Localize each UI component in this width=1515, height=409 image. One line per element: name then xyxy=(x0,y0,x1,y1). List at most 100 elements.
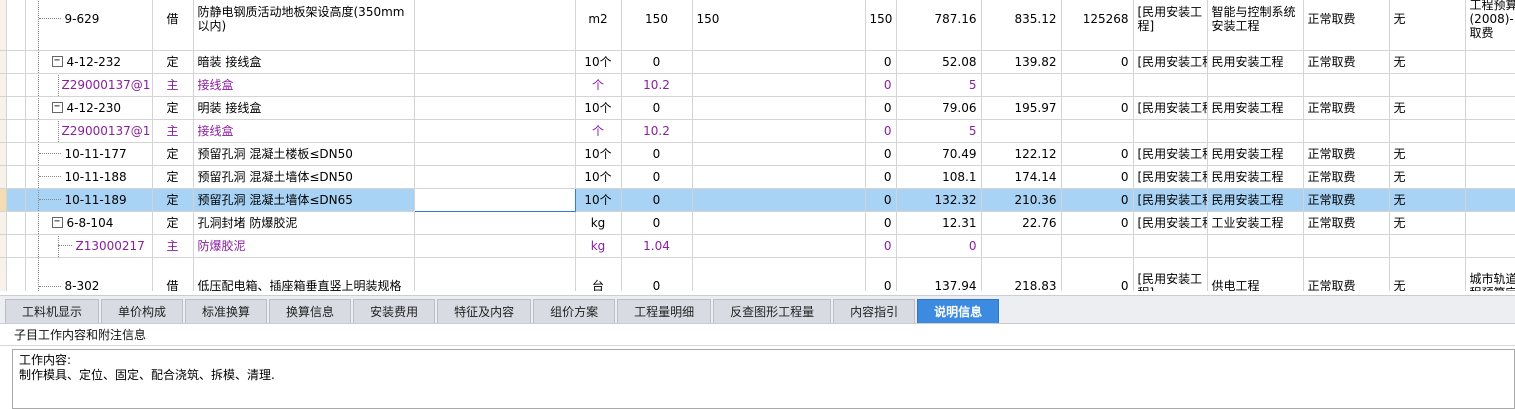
type-cell[interactable]: 定 xyxy=(152,142,194,166)
flag-cell[interactable]: 无 xyxy=(1389,165,1466,189)
code-cell[interactable]: Z13000217 xyxy=(25,234,153,258)
fee-cell[interactable]: 正常取费 xyxy=(1303,50,1390,74)
composite-price-cell[interactable]: 195.97 xyxy=(981,96,1062,120)
type-cell[interactable]: 定 xyxy=(152,165,194,189)
spec-cell[interactable] xyxy=(414,73,576,97)
unit-price-cell[interactable]: 108.1 xyxy=(896,165,982,189)
major-cell[interactable]: 民用安装工程 xyxy=(1207,142,1304,166)
category-cell[interactable]: [民用安装工程] xyxy=(1133,211,1208,235)
total-cell[interactable] xyxy=(1061,73,1134,97)
row-gutter[interactable] xyxy=(6,211,26,235)
unit-cell[interactable]: 10个 xyxy=(575,165,622,189)
spec-cell[interactable] xyxy=(414,165,576,189)
major-cell[interactable] xyxy=(1207,119,1304,143)
quantity-cell[interactable]: 0 xyxy=(865,257,897,291)
flag-cell[interactable]: 无 xyxy=(1389,96,1466,120)
collapse-icon[interactable]: − xyxy=(51,102,63,113)
code-cell[interactable]: −4-12-230 xyxy=(25,96,153,120)
quota-grid[interactable]: 9-629 借防静电钢质活动地板架设高度(350mm以内) m2 150 150 150 7… xyxy=(0,0,1515,291)
expression-cell[interactable] xyxy=(692,73,866,97)
expression-cell[interactable] xyxy=(692,142,866,166)
tab-4[interactable]: 安装费用 xyxy=(353,299,436,323)
code-cell[interactable]: 10-11-189 xyxy=(25,188,153,212)
code-cell[interactable]: 8-302 xyxy=(25,257,153,291)
unit-cell[interactable]: 10个 xyxy=(575,96,622,120)
table-row[interactable]: Z13000217 主防爆胶泥 kg 1.04 0 0 xyxy=(0,234,1515,258)
type-cell[interactable]: 定 xyxy=(152,50,194,74)
unit-price-cell[interactable]: 70.49 xyxy=(896,142,982,166)
category-cell[interactable]: [民用安装工程] xyxy=(1133,257,1208,291)
fee-cell[interactable] xyxy=(1303,234,1390,258)
table-row[interactable]: 10-11-177 定预留孔洞 混凝土楼板≤DN50 10个 0 0 70.49 122.1… xyxy=(0,142,1515,166)
quantity-cell[interactable]: 0 xyxy=(865,50,897,74)
expression-cell[interactable] xyxy=(692,211,866,235)
remark-cell[interactable] xyxy=(1465,73,1515,97)
code-cell[interactable]: Z29000137@1 xyxy=(25,73,153,97)
name-cell[interactable]: 预留孔洞 混凝土楼板≤DN50 xyxy=(193,142,415,166)
code-cell[interactable]: −4-12-232 xyxy=(25,50,153,74)
fee-cell[interactable]: 正常取费 xyxy=(1303,96,1390,120)
row-gutter[interactable] xyxy=(6,119,26,143)
unit-cell[interactable]: m2 xyxy=(575,0,622,51)
row-gutter[interactable] xyxy=(6,96,26,120)
qty-cell[interactable]: 0 xyxy=(621,142,693,166)
expression-cell[interactable] xyxy=(692,96,866,120)
collapse-icon[interactable]: − xyxy=(51,217,63,228)
category-cell[interactable]: [民用安装工程] xyxy=(1133,96,1208,120)
major-cell[interactable]: 民用安装工程 xyxy=(1207,165,1304,189)
table-row[interactable]: Z29000137@1 主接线盒 个 10.2 0 5 xyxy=(0,73,1515,97)
qty-cell[interactable]: 0 xyxy=(621,96,693,120)
flag-cell[interactable]: 无 xyxy=(1389,188,1466,212)
name-cell[interactable]: 低压配电箱、插座箱垂直竖上明装规格 xyxy=(193,257,415,291)
remark-cell[interactable] xyxy=(1465,188,1515,212)
tab-2[interactable]: 标准换算 xyxy=(185,299,268,323)
name-cell[interactable]: 孔洞封堵 防爆胶泥 xyxy=(193,211,415,235)
name-cell[interactable]: 暗装 接线盒 xyxy=(193,50,415,74)
qty-cell[interactable]: 0 xyxy=(621,257,693,291)
major-cell[interactable]: 智能与控制系统安装工程 xyxy=(1207,0,1304,51)
qty-cell[interactable]: 150 xyxy=(621,0,693,51)
spec-cell[interactable] xyxy=(414,257,576,291)
table-row[interactable]: 9-629 借防静电钢质活动地板架设高度(350mm以内) m2 150 150 150 7… xyxy=(0,0,1515,51)
flag-cell[interactable]: 无 xyxy=(1389,211,1466,235)
name-cell[interactable]: 防静电钢质活动地板架设高度(350mm以内) xyxy=(193,0,415,51)
total-cell[interactable]: 0 xyxy=(1061,142,1134,166)
type-cell[interactable]: 主 xyxy=(152,119,194,143)
total-cell[interactable]: 125268 xyxy=(1061,0,1134,51)
fee-cell[interactable] xyxy=(1303,119,1390,143)
composite-price-cell[interactable] xyxy=(981,119,1062,143)
code-cell[interactable]: −6-8-104 xyxy=(25,211,153,235)
quantity-cell[interactable]: 0 xyxy=(865,73,897,97)
name-cell[interactable]: 预留孔洞 混凝土墙体≤DN50 xyxy=(193,165,415,189)
unit-cell[interactable]: 个 xyxy=(575,73,622,97)
major-cell[interactable]: 供电工程 xyxy=(1207,257,1304,291)
tab-1[interactable]: 单价构成 xyxy=(101,299,184,323)
quantity-cell[interactable]: 0 xyxy=(865,96,897,120)
code-cell[interactable]: Z29000137@1 xyxy=(25,119,153,143)
quantity-cell[interactable]: 0 xyxy=(865,188,897,212)
row-gutter[interactable] xyxy=(6,257,26,291)
unit-price-cell[interactable]: 12.31 xyxy=(896,211,982,235)
unit-price-cell[interactable]: 5 xyxy=(896,119,982,143)
unit-cell[interactable]: kg xyxy=(575,211,622,235)
fee-cell[interactable]: 正常取费 xyxy=(1303,142,1390,166)
fee-cell[interactable]: 正常取费 xyxy=(1303,0,1390,51)
spec-cell[interactable] xyxy=(414,119,576,143)
row-gutter[interactable] xyxy=(6,234,26,258)
total-cell[interactable]: 0 xyxy=(1061,257,1134,291)
remark-cell[interactable] xyxy=(1465,119,1515,143)
code-cell[interactable]: 9-629 xyxy=(25,0,153,51)
category-cell[interactable]: [民用安装工程] xyxy=(1133,165,1208,189)
fee-cell[interactable]: 正常取费 xyxy=(1303,257,1390,291)
code-cell[interactable]: 10-11-177 xyxy=(25,142,153,166)
type-cell[interactable]: 主 xyxy=(152,73,194,97)
quantity-cell[interactable]: 0 xyxy=(865,119,897,143)
unit-cell[interactable]: 个 xyxy=(575,119,622,143)
fee-cell[interactable] xyxy=(1303,73,1390,97)
remark-cell[interactable] xyxy=(1465,211,1515,235)
remark-cell[interactable] xyxy=(1465,50,1515,74)
expression-cell[interactable] xyxy=(692,234,866,258)
qty-cell[interactable]: 10.2 xyxy=(621,119,693,143)
flag-cell[interactable] xyxy=(1389,119,1466,143)
type-cell[interactable]: 主 xyxy=(152,234,194,258)
